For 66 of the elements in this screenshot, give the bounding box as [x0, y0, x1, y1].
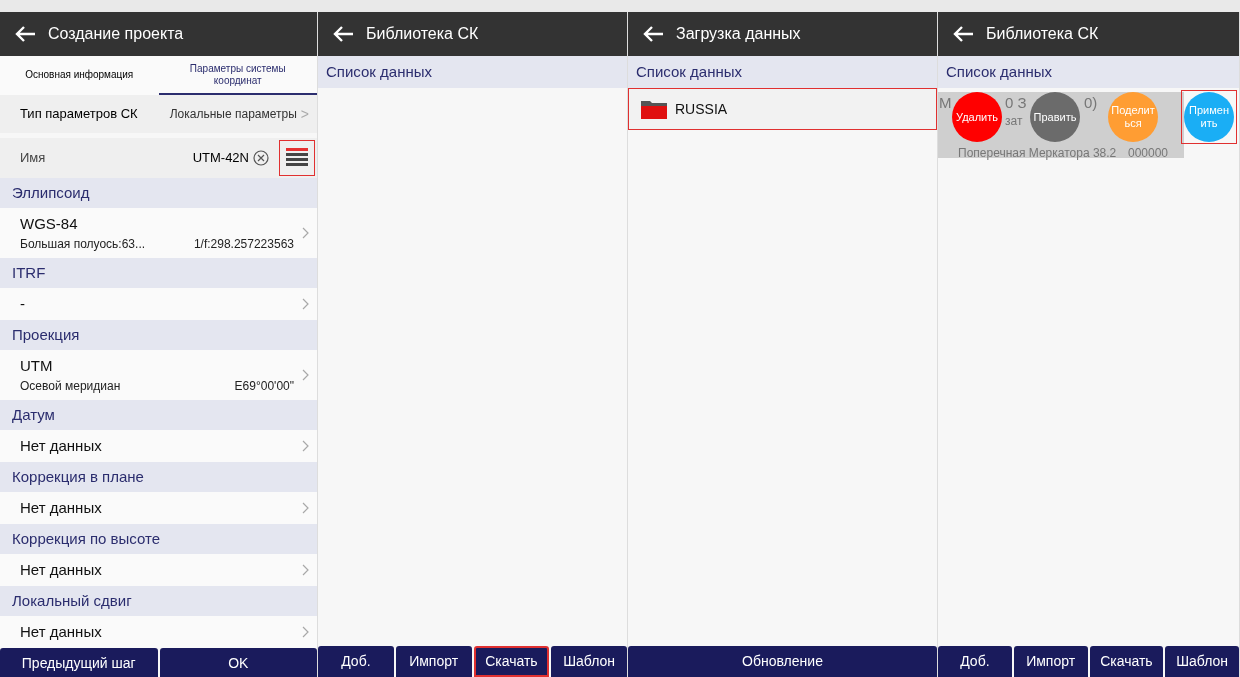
bottom-button[interactable]: Шаблон	[551, 646, 627, 677]
section-title: Локальный сдвиг	[12, 590, 132, 611]
list-button[interactable]	[279, 140, 315, 176]
section-title: Эллипсоид	[12, 182, 90, 203]
item-text: 000000	[1128, 145, 1169, 162]
section-title: Коррекция по высоте	[12, 528, 161, 549]
item-text: зат	[1005, 113, 1023, 130]
chevron-right-icon	[302, 298, 309, 310]
item-title: WGS-84	[20, 213, 79, 234]
bottom-button[interactable]: OK	[159, 648, 317, 677]
bottom-button[interactable]: Предыдущий шаг	[0, 648, 158, 677]
list-icon	[286, 148, 308, 168]
section-title: ITRF	[12, 262, 46, 283]
item-detail: Осевой меридиан	[20, 378, 121, 396]
section-title: Проекция	[12, 324, 80, 345]
row-label: Имя	[20, 149, 47, 168]
chevron-right-icon	[302, 564, 309, 576]
folder-icon	[641, 99, 667, 119]
list-header-text: Список данных	[946, 61, 1053, 82]
screen-title: Создание проекта	[48, 24, 184, 44]
item-title: Нет данных	[20, 621, 103, 642]
row-value: Локальные параметры	[169, 106, 297, 123]
name-value: UTM-42N	[192, 149, 249, 168]
item-text: 0 З	[1005, 93, 1027, 113]
screen-title: Загрузка данных	[676, 24, 801, 44]
tab[interactable]: Основная информация	[0, 56, 159, 95]
bottom-button[interactable]: Обновление	[628, 646, 937, 677]
back-arrow-icon[interactable]	[952, 25, 974, 43]
bottom-button[interactable]: Шаблон	[1165, 646, 1239, 677]
item-text: 0)	[1084, 93, 1098, 113]
item-text: М	[939, 93, 952, 113]
folder-name: RUSSIA	[675, 99, 728, 119]
bottom-button[interactable]: Импорт	[395, 646, 472, 677]
bottom-button[interactable]: Скачать	[1089, 646, 1164, 677]
item-title: UTM	[20, 355, 54, 376]
bottom-button[interactable]: Доб.	[318, 646, 394, 677]
chevron: >	[300, 104, 309, 124]
setting-row[interactable]: Тип параметров СК Локальные параметры >	[0, 95, 317, 133]
item-text: Поперечная Меркатора 38.2	[958, 145, 1117, 162]
screen-title: Библиотека СК	[366, 24, 479, 44]
bottom-button[interactable]: Импорт	[1013, 646, 1088, 677]
item-title: Нет данных	[20, 435, 103, 456]
chevron-right-icon	[302, 227, 309, 239]
item-detail: Большая полуось:63...	[20, 236, 146, 254]
chevron-right-icon	[302, 440, 309, 452]
folder-item[interactable]: RUSSIA	[628, 88, 937, 130]
list-header-text: Список данных	[636, 61, 743, 82]
bottom-button[interactable]: Доб.	[938, 646, 1012, 677]
section-title: Датум	[12, 404, 55, 425]
back-arrow-icon[interactable]	[332, 25, 354, 43]
item-title: Нет данных	[20, 559, 103, 580]
item-title: -	[20, 293, 26, 314]
chevron-right-icon	[302, 626, 309, 638]
screen-title: Библиотека СК	[986, 24, 1099, 44]
chevron-right-icon	[302, 502, 309, 514]
item-detail: 1/f:298.257223563	[193, 236, 294, 254]
row-label: Тип параметров СК	[20, 105, 138, 124]
chevron-right-icon	[302, 369, 309, 381]
back-arrow-icon[interactable]	[642, 25, 664, 43]
item-detail: E69°00'00"	[234, 378, 294, 396]
section-title: Коррекция в плане	[12, 466, 144, 487]
clear-icon[interactable]	[253, 150, 269, 166]
list-header-text: Список данных	[326, 61, 433, 82]
bottom-button[interactable]: Скачать	[473, 646, 550, 677]
item-title: Нет данных	[20, 497, 103, 518]
back-arrow-icon[interactable]	[14, 25, 36, 43]
